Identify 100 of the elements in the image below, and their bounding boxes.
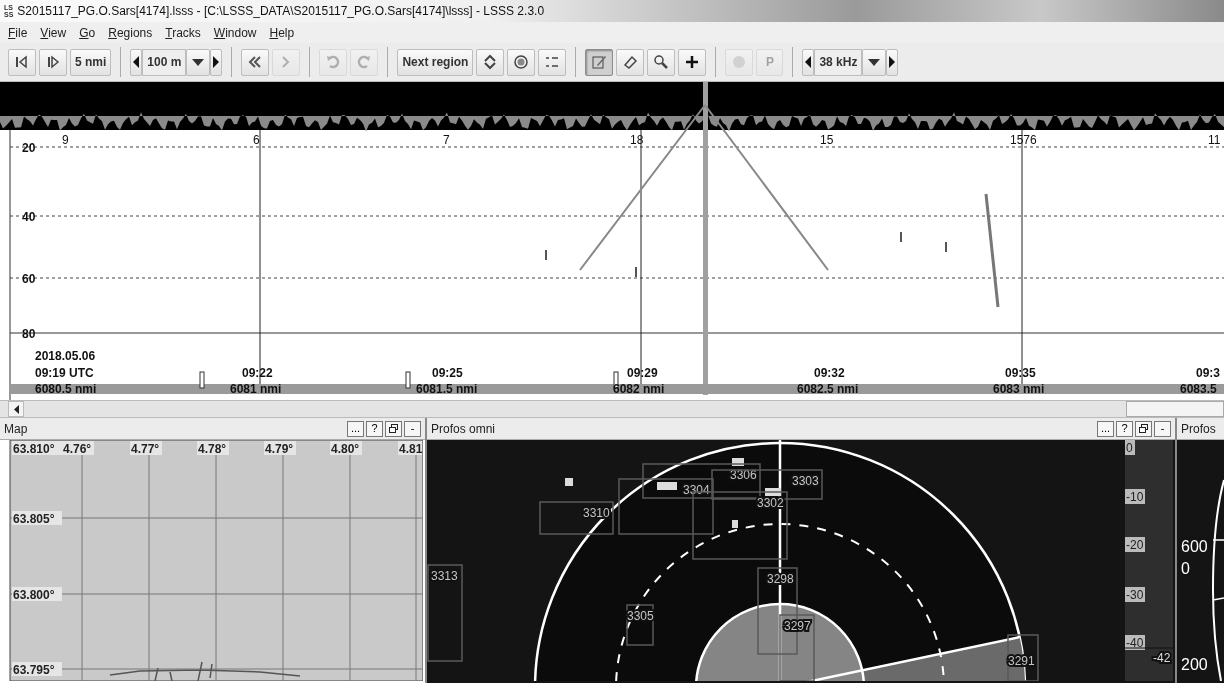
help-button[interactable]: ? [1116,420,1133,437]
bearing-lines [1212,539,1224,601]
toolbar-button[interactable]: 5 nmi [70,48,112,76]
dropdown-button[interactable] [862,48,887,76]
time-label: 09:22 [242,366,273,380]
step-forward-button[interactable] [39,48,67,76]
time-label: 09:35 [1005,366,1036,380]
distance-label: 6080.5 nmi [35,382,97,396]
region-count: 18 [630,133,644,147]
scale-label: 0 [1126,441,1133,455]
distance-label: 6082.5 nmi [797,382,859,396]
scroll-left-button[interactable] [8,401,24,417]
target-box[interactable] [642,463,761,499]
distance-label: 6083.5 [1180,382,1217,396]
region-count: 1576 [1010,133,1037,147]
target-box[interactable] [711,469,823,500]
region-count: 6 [253,133,260,147]
target-label: 3304 [683,483,710,497]
time-label: 09:25 [432,366,463,380]
target-label: 3313 [431,569,458,583]
target-box[interactable] [779,614,815,681]
time-label: 09:19 UTC [35,366,94,380]
triangle-right-icon [213,56,220,68]
caret-down-icon [868,58,881,66]
distance-label: 6082 nmi [613,382,665,396]
increment-button[interactable] [886,48,899,76]
echo-blob [765,488,781,496]
scale-label: -20 [1126,538,1144,552]
latitude-label: 63.805° [13,512,55,526]
triangle-right-icon [889,56,896,68]
scale-marker-label: -42 [1153,651,1171,665]
restore-button[interactable] [385,420,402,437]
decrement-button[interactable] [130,48,143,76]
menu-item[interactable]: Go [79,25,96,40]
target-label: 3303 [792,474,819,488]
restore-button[interactable] [1135,420,1152,437]
menu-item[interactable]: Window [213,25,257,40]
depth-label: 40 [22,210,36,224]
options-button[interactable]: ... [347,420,364,437]
windows-icon [389,424,398,433]
panel-title: Profos omni [431,421,497,436]
echo-blob [657,482,677,490]
triangle-left-icon [13,404,19,414]
range-label: 600 [1181,538,1208,555]
depth-label: 80 [22,327,36,341]
distance-label: 6081.5 nmi [416,382,478,396]
echo-blob [565,478,573,486]
minimize-button[interactable]: - [404,420,421,437]
triangle-left-icon [133,56,140,68]
target-box[interactable] [539,501,614,535]
value-field[interactable]: 100 m [142,48,187,76]
menu-item[interactable]: Tracks [165,25,201,40]
marker-flag [199,371,205,389]
time-label: 09:29 [627,366,658,380]
distance-label: 6081 nmi [230,382,282,396]
options-button[interactable]: ... [1097,420,1114,437]
checklist-button[interactable] [538,48,567,76]
step-back-button[interactable] [8,48,36,76]
range-label: 0 [1181,560,1190,577]
eraser-button[interactable] [616,48,645,76]
scale-label: -10 [1126,490,1144,504]
longitude-label: 4.79° [265,442,294,456]
zoom-button[interactable] [647,48,676,76]
target-box[interactable] [626,604,654,646]
distance-label: 6083 nmi [993,382,1045,396]
depth-label: 20 [22,141,36,155]
target-box[interactable] [618,478,714,535]
minimize-button[interactable]: - [1154,420,1171,437]
menu-item[interactable]: Help [269,25,295,40]
longitude-label: 4.81 [399,442,423,456]
range-label: 200 [1181,656,1208,673]
triangle-left-icon [805,56,812,68]
add-button[interactable] [678,48,707,76]
scale-label: -40 [1126,636,1144,650]
menu-item[interactable]: Regions [108,25,153,40]
latitude-label: 63.795° [13,663,55,677]
latitude-label: 63.800° [13,588,55,602]
region-count: 11 [1208,133,1221,147]
decrement-button[interactable] [802,48,815,76]
latitude-label: 63.810° [13,442,55,456]
panel-title: Profos [1181,421,1217,436]
previous-button[interactable] [241,48,270,76]
menu-item[interactable]: File [8,25,28,40]
target-button[interactable] [507,48,536,76]
increment-button[interactable] [210,48,223,76]
help-button[interactable]: ? [366,420,383,437]
dropdown-button[interactable] [186,48,211,76]
region-count: 9 [62,133,69,147]
region-count: 7 [443,133,450,147]
menu-item[interactable]: View [40,25,67,40]
toolbar-button[interactable]: Next region [397,48,474,76]
scale-label: -30 [1126,588,1144,602]
target-label: 3305 [627,609,654,623]
swap-button[interactable] [476,48,505,76]
scroll-thumb[interactable] [1126,401,1224,417]
echo-blob [732,520,738,528]
caret-down-icon [192,58,205,66]
window-title: S2015117_PG.O.Sars[4174].lsss - [C:\LSSS_DATA\S2015117_PG.O.Sars[4174]\lsss] - LSSS 2.3.0 [17,4,545,18]
date-label: 2018.05.06 [35,349,96,363]
value-field[interactable]: 38 kHz [814,48,863,76]
